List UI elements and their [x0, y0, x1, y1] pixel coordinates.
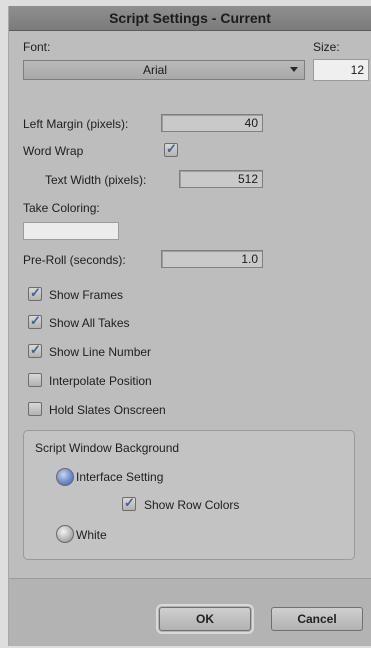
- size-label: Size:: [313, 40, 340, 54]
- cancel-button[interactable]: Cancel: [271, 607, 363, 631]
- script-window-background-group: Script Window Background Interface Setti…: [23, 430, 355, 560]
- show-all-takes-label: Show All Takes: [49, 316, 130, 330]
- check-icon: ✓: [30, 285, 41, 300]
- script-settings-window: Script Settings - Current Font: Size: Ar…: [8, 6, 371, 646]
- hold-slates-onscreen-checkbox[interactable]: [28, 402, 42, 416]
- word-wrap-label: Word Wrap: [23, 144, 84, 158]
- pre-roll-label: Pre-Roll (seconds):: [23, 253, 126, 267]
- check-icon: ✓: [166, 141, 177, 156]
- show-line-number-label: Show Line Number: [49, 345, 152, 359]
- font-dropdown-value: Arial: [142, 63, 167, 77]
- show-row-colors-label: Show Row Colors: [144, 498, 240, 512]
- button-bar: OK Cancel: [9, 579, 371, 646]
- left-margin-input[interactable]: 40: [161, 114, 263, 132]
- text-width-label: Text Width (pixels):: [45, 173, 147, 187]
- size-input[interactable]: 12: [313, 59, 369, 81]
- ok-button[interactable]: OK: [156, 604, 254, 634]
- word-wrap-checkbox[interactable]: ✓: [164, 141, 178, 157]
- check-icon: ✓: [30, 342, 41, 357]
- show-line-number-checkbox[interactable]: ✓: [28, 342, 42, 358]
- check-icon: ✓: [30, 313, 41, 328]
- font-label: Font:: [23, 40, 51, 54]
- font-dropdown[interactable]: Arial: [23, 60, 305, 80]
- white-radio[interactable]: [56, 525, 74, 543]
- interpolate-position-label: Interpolate Position: [49, 374, 152, 388]
- left-margin-label: Left Margin (pixels):: [23, 117, 129, 131]
- show-all-takes-checkbox[interactable]: ✓: [28, 313, 42, 329]
- hold-slates-onscreen-label: Hold Slates Onscreen: [49, 403, 166, 417]
- check-icon: ✓: [124, 495, 135, 510]
- take-coloring-swatch[interactable]: [23, 222, 119, 240]
- text-width-input[interactable]: 512: [179, 170, 263, 188]
- take-coloring-label: Take Coloring:: [23, 201, 100, 215]
- interface-setting-radio[interactable]: [56, 468, 74, 486]
- interpolate-position-checkbox[interactable]: [28, 373, 42, 387]
- group-title: Script Window Background: [35, 441, 180, 455]
- title-bar: Script Settings - Current: [9, 6, 371, 31]
- show-frames-checkbox[interactable]: ✓: [28, 285, 42, 301]
- chevron-down-icon: [290, 67, 298, 72]
- show-row-colors-checkbox[interactable]: ✓: [122, 495, 136, 511]
- pre-roll-input[interactable]: 1.0: [161, 250, 263, 268]
- show-frames-label: Show Frames: [49, 288, 124, 302]
- interface-setting-label: Interface Setting: [76, 470, 164, 484]
- white-label: White: [76, 528, 107, 542]
- window-title: Script Settings - Current: [109, 10, 271, 26]
